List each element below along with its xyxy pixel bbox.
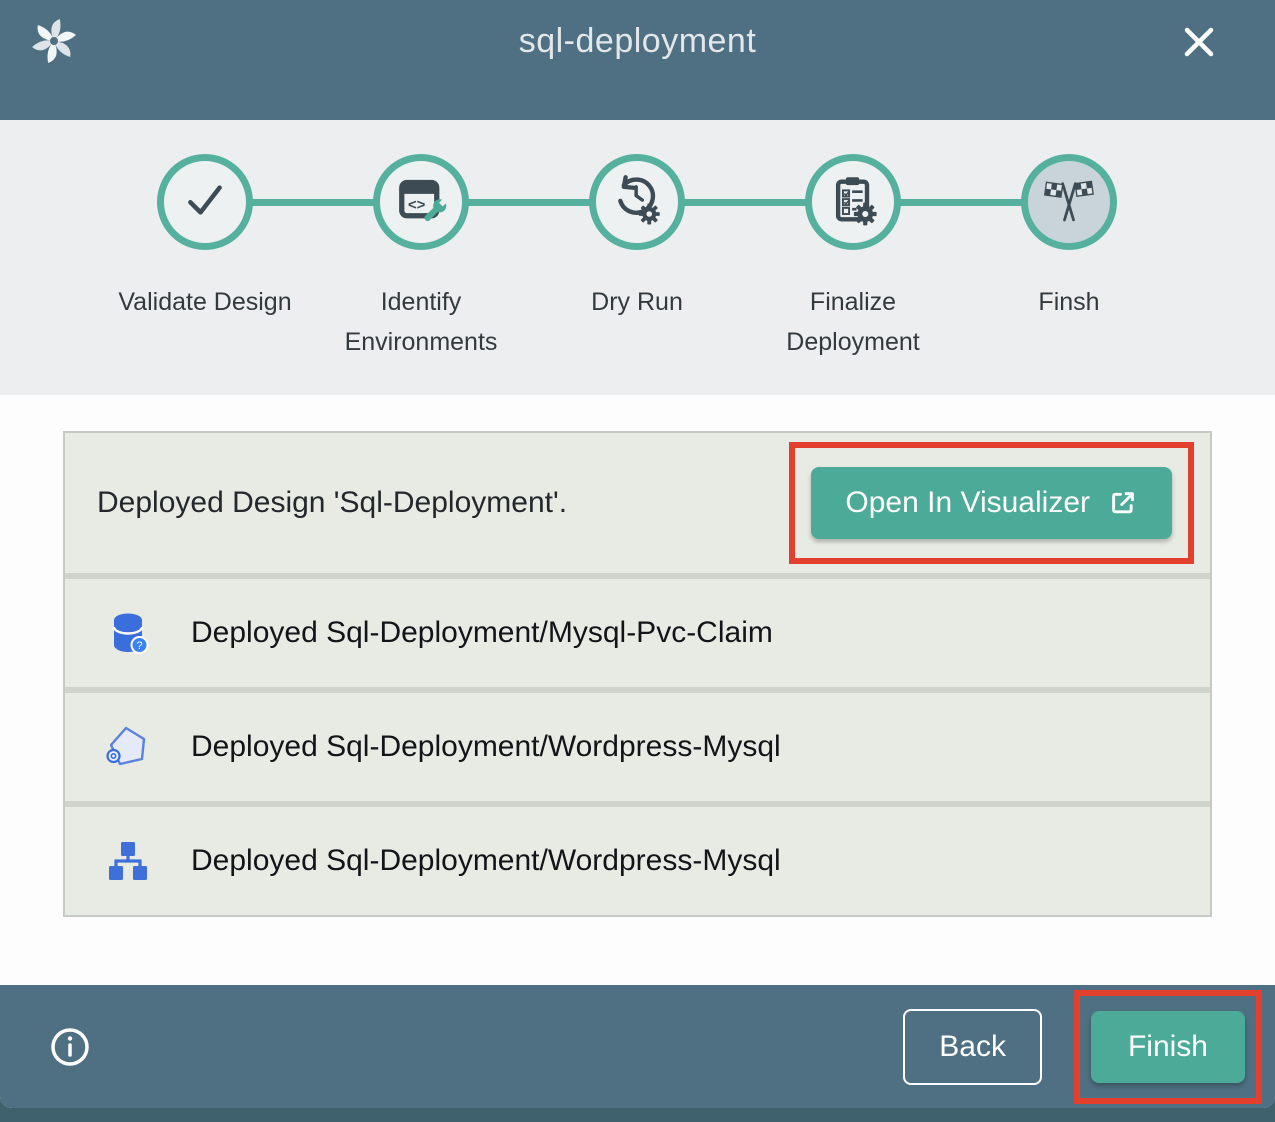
- code-window-wrench-icon: <>: [393, 172, 449, 233]
- deployed-design-text: Deployed Design 'Sql-Deployment'.: [97, 486, 567, 520]
- step-label: Finalize Deployment: [747, 282, 959, 362]
- step-dry-run[interactable]: Dry Run: [529, 154, 745, 362]
- nirmata-logo-icon: [28, 15, 80, 67]
- info-button[interactable]: [50, 1027, 90, 1067]
- deployment-tree-icon: [103, 836, 153, 886]
- deployed-item-text: Deployed Sql-Deployment/Wordpress-Mysql: [191, 844, 781, 878]
- dialog-header: sql-deployment: [0, 0, 1275, 120]
- close-icon: [1177, 52, 1221, 67]
- close-button[interactable]: [1177, 20, 1221, 64]
- deployed-item-text: Deployed Sql-Deployment/Mysql-Pvc-Claim: [191, 616, 773, 650]
- step-circle-active: [1021, 154, 1117, 250]
- sql-deployment-dialog: sql-deployment Validate Design: [0, 0, 1275, 1108]
- dialog-title: sql-deployment: [519, 22, 757, 61]
- deployed-design-row: Deployed Design 'Sql-Deployment'. Open I…: [65, 433, 1210, 573]
- step-circle: [589, 154, 685, 250]
- step-label: Finsh: [1038, 282, 1099, 322]
- step-validate-design[interactable]: Validate Design: [97, 154, 313, 362]
- dialog-footer: Back Finish: [0, 985, 1275, 1108]
- step-circle: [805, 154, 901, 250]
- visualizer-highlight-box: Open In Visualizer: [789, 442, 1194, 564]
- external-link-icon: [1108, 488, 1138, 518]
- step-label: Dry Run: [591, 282, 683, 322]
- step-circle: [157, 154, 253, 250]
- back-button[interactable]: Back: [903, 1009, 1042, 1085]
- deployed-item-row: Deployed Sql-Deployment/Wordpress-Mysql: [65, 801, 1210, 915]
- check-icon: [178, 173, 232, 232]
- svg-text:?: ?: [136, 640, 142, 652]
- wizard-stepper: Validate Design <>: [0, 120, 1275, 395]
- finish-highlight-box: Finish: [1074, 990, 1262, 1104]
- info-icon: [50, 1055, 90, 1070]
- step-identify-environments[interactable]: <> Identify Environments: [313, 154, 529, 362]
- finish-button[interactable]: Finish: [1091, 1011, 1245, 1083]
- open-in-visualizer-label: Open In Visualizer: [845, 486, 1090, 520]
- open-in-visualizer-button[interactable]: Open In Visualizer: [811, 467, 1172, 539]
- deployment-results-panel: Deployed Design 'Sql-Deployment'. Open I…: [63, 431, 1212, 917]
- step-finalize-deployment[interactable]: Finalize Deployment: [745, 154, 961, 362]
- pod-pentagon-icon: [103, 722, 153, 772]
- results-area: Deployed Design 'Sql-Deployment'. Open I…: [0, 395, 1275, 985]
- svg-text:<>: <>: [408, 197, 426, 213]
- step-circle: <>: [373, 154, 469, 250]
- dry-run-icon: [609, 172, 665, 233]
- step-label: Validate Design: [118, 282, 291, 322]
- checkered-flags-icon: [1040, 171, 1098, 234]
- step-label: Identify Environments: [315, 282, 527, 362]
- step-finish[interactable]: Finsh: [961, 154, 1177, 362]
- deployed-item-row: Deployed Sql-Deployment/Wordpress-Mysql: [65, 687, 1210, 801]
- deployed-item-row: ? Deployed Sql-Deployment/Mysql-Pvc-Clai…: [65, 573, 1210, 687]
- deployed-item-text: Deployed Sql-Deployment/Wordpress-Mysql: [191, 730, 781, 764]
- clipboard-gear-icon: [825, 172, 881, 233]
- database-icon: ?: [103, 608, 153, 658]
